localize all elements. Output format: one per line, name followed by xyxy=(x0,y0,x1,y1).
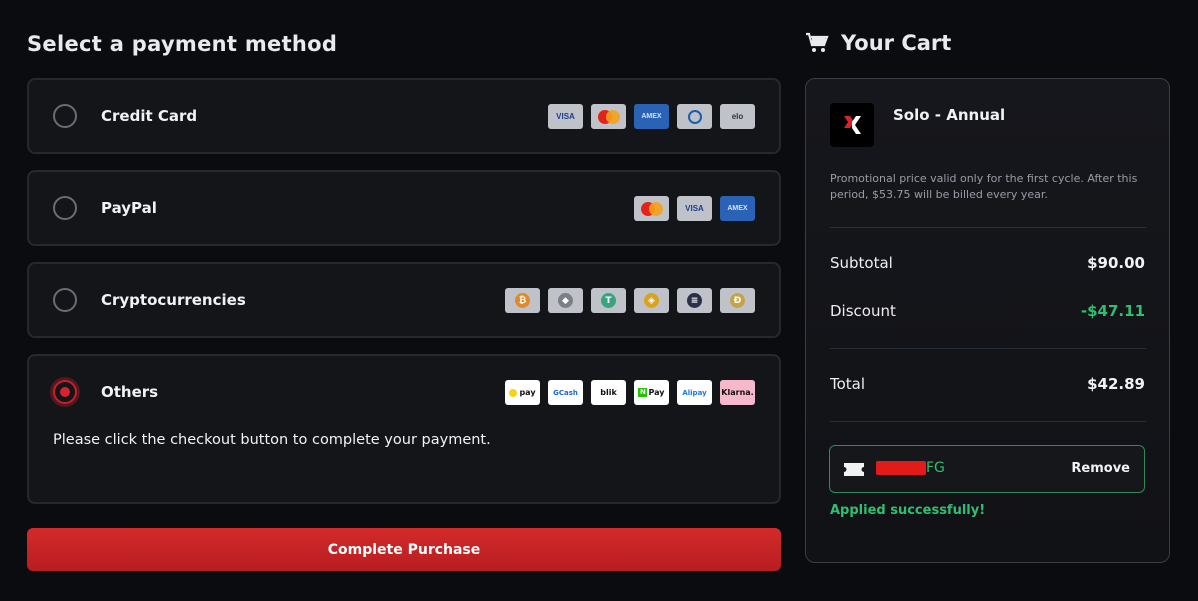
subtotal-value: $90.00 xyxy=(1087,254,1145,272)
visa-icon: VISA xyxy=(548,104,583,129)
divider xyxy=(830,348,1146,349)
payment-option-paypal[interactable]: PayPal VISA AMEX xyxy=(27,170,781,246)
payment-option-label: Others xyxy=(101,383,159,401)
discount-value: -$47.11 xyxy=(1080,302,1145,320)
payment-section-title: Select a payment method xyxy=(27,32,338,56)
coupon-field: FG Remove xyxy=(829,445,1145,493)
crypto-icons: ₿ ◆ T ◈ ≡ Ð xyxy=(505,288,755,313)
dogecoin-icon: Ð xyxy=(720,288,755,313)
product-name: Solo - Annual xyxy=(893,106,1006,124)
subtotal-label: Subtotal xyxy=(830,254,893,272)
payment-option-crypto[interactable]: Cryptocurrencies ₿ ◆ T ◈ ≡ Ð xyxy=(27,262,781,338)
radio-paypal[interactable] xyxy=(53,196,77,220)
promo-note: Promotional price valid only for the fir… xyxy=(830,172,1138,201)
paypal-brand-icons: VISA AMEX xyxy=(634,196,755,221)
naver-pay-icon: N Pay xyxy=(634,380,669,405)
total-value: $42.89 xyxy=(1087,375,1145,393)
shopping-cart-icon xyxy=(806,32,829,52)
discount-label: Discount xyxy=(830,302,896,320)
klarna-icon: Klarna. xyxy=(720,380,755,405)
radio-others[interactable] xyxy=(53,380,77,404)
payment-option-label: Credit Card xyxy=(101,107,198,125)
ethereum-icon: ◆ xyxy=(548,288,583,313)
visa-icon: VISA xyxy=(677,196,712,221)
others-instruction: Please click the checkout button to comp… xyxy=(53,432,491,448)
ticket-icon xyxy=(844,463,864,476)
coupon-status: Applied successfully! xyxy=(830,503,986,518)
cart-panel: Solo - Annual Promotional price valid on… xyxy=(805,78,1170,563)
blik-icon: blik xyxy=(591,380,626,405)
cart-title: Your Cart xyxy=(841,31,952,55)
elo-icon: elo xyxy=(720,104,755,129)
amex-icon: AMEX xyxy=(720,196,755,221)
gcash-icon: GCash xyxy=(548,380,583,405)
checkout-page: Select a payment method Credit Card VISA… xyxy=(0,0,1198,601)
product-logo-icon xyxy=(830,103,874,147)
payment-option-credit-card[interactable]: Credit Card VISA AMEX elo xyxy=(27,78,781,154)
total-label: Total xyxy=(830,375,866,393)
other-payment-icons: pay GCash blik N Pay Alipay Klarna. xyxy=(505,380,755,405)
alipay-icon: Alipay xyxy=(677,380,712,405)
divider xyxy=(830,227,1146,228)
card-brand-icons: VISA AMEX elo xyxy=(548,104,755,129)
solana-icon: ≡ xyxy=(677,288,712,313)
binance-icon: ◈ xyxy=(634,288,669,313)
mastercard-icon xyxy=(591,104,626,129)
complete-purchase-button[interactable]: Complete Purchase xyxy=(27,528,781,571)
kakaopay-icon: pay xyxy=(505,380,540,405)
payment-option-label: PayPal xyxy=(101,199,157,217)
redacted-mark xyxy=(876,461,926,475)
cart-header: Your Cart xyxy=(805,31,951,55)
diners-club-icon xyxy=(677,104,712,129)
payment-option-label: Cryptocurrencies xyxy=(101,291,246,309)
radio-crypto[interactable] xyxy=(53,288,77,312)
payment-option-others[interactable]: Others pay GCash blik N Pay Alipay Klarna… xyxy=(27,354,781,504)
bitcoin-icon: ₿ xyxy=(505,288,540,313)
coupon-code: FG xyxy=(876,460,945,476)
radio-credit-card[interactable] xyxy=(53,104,77,128)
tether-icon: T xyxy=(591,288,626,313)
divider xyxy=(830,421,1146,422)
amex-icon: AMEX xyxy=(634,104,669,129)
remove-coupon-button[interactable]: Remove xyxy=(1071,461,1130,476)
mastercard-icon xyxy=(634,196,669,221)
